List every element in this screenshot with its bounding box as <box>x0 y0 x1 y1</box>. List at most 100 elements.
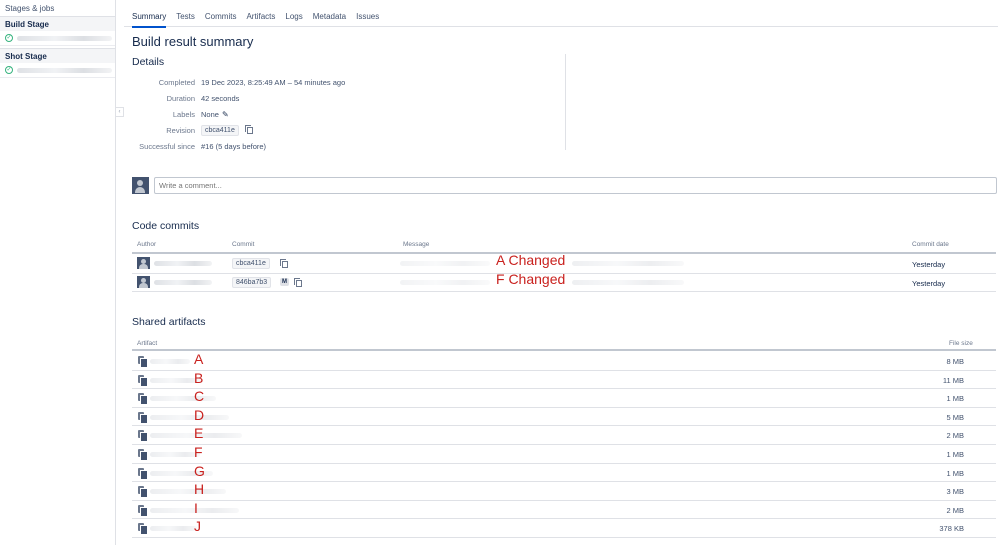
commits-title: Code commits <box>132 220 200 232</box>
collapse-sidebar-icon[interactable]: ‹ <box>116 107 124 117</box>
detail-value: cbca411e <box>201 124 253 136</box>
detail-value: None ✎ <box>201 110 229 119</box>
row-divider <box>132 537 996 538</box>
artifact-row[interactable]: D 5 MB <box>132 407 996 426</box>
artifact-file-icon <box>138 467 148 480</box>
artifact-letter: B <box>194 369 204 386</box>
copy-icon[interactable] <box>280 259 288 268</box>
artifact-letter: C <box>194 388 205 405</box>
artifact-file-icon <box>138 411 148 424</box>
commit-hash-link[interactable]: 846ba7b3 <box>232 277 272 288</box>
artifact-file-icon <box>138 356 148 368</box>
redacted-author <box>154 280 212 285</box>
artifact-letter: H <box>194 481 205 498</box>
annotation-text: A Changed <box>496 252 566 268</box>
artifact-row[interactable]: H 3 MB <box>132 481 996 500</box>
detail-label: Duration <box>166 93 195 103</box>
tab-commits[interactable]: Commits <box>205 12 237 28</box>
artifact-file-icon <box>138 523 148 536</box>
tab-metadata[interactable]: Metadata <box>313 12 346 28</box>
redacted-artifact-name[interactable] <box>150 396 216 402</box>
artifact-row[interactable]: F 1 MB <box>132 444 996 463</box>
artifact-size: 1 MB <box>946 394 964 404</box>
successful-since-link[interactable]: #16 (5 days before) <box>201 142 266 151</box>
job-item[interactable]: ✓ <box>0 63 115 78</box>
comment-input[interactable] <box>154 177 997 194</box>
tab-summary[interactable]: Summary <box>132 12 167 28</box>
artifact-file-icon <box>138 393 148 406</box>
artifact-size: 1 MB <box>946 450 964 459</box>
artifact-row[interactable]: B 11 MB <box>132 370 996 389</box>
artifact-file-icon <box>138 449 148 461</box>
col-file-size: File size <box>949 340 973 347</box>
revision-link[interactable]: cbca411e <box>201 124 239 136</box>
commit-date: Yesterday <box>912 260 946 269</box>
job-item[interactable]: ✓ <box>0 31 115 46</box>
stage-build: Build Stage ✓ <box>0 16 115 46</box>
commit-date: Yesterday <box>912 279 946 288</box>
artifact-letter: J <box>194 518 201 535</box>
artifact-file-icon <box>138 430 148 443</box>
redacted-artifact-name[interactable] <box>150 452 200 457</box>
author-avatar <box>137 257 150 269</box>
artifact-row[interactable]: C 1 MB <box>132 388 996 407</box>
tab-tests[interactable]: Tests <box>176 12 195 28</box>
artifact-row[interactable]: I 2 MB <box>132 500 996 519</box>
copy-icon[interactable] <box>294 278 302 287</box>
artifact-row[interactable]: J 378 KB <box>132 518 996 537</box>
artifact-letter: E <box>194 425 204 442</box>
detail-row-completed: Completed 19 Dec 2023, 8:25:49 AM – 54 m… <box>132 74 372 90</box>
artifact-row[interactable]: E 2 MB <box>132 425 996 444</box>
tab-issues[interactable]: Issues <box>356 12 379 28</box>
redacted-message <box>400 261 490 266</box>
stage-name[interactable]: Shot Stage <box>0 49 115 63</box>
table-row: 846ba7b3 M F Changed Yesterday <box>132 271 996 292</box>
redacted-message <box>400 280 490 285</box>
redacted-author <box>154 261 212 266</box>
copy-icon[interactable] <box>244 124 253 134</box>
avatar <box>132 177 149 194</box>
labels-value: None <box>201 109 219 119</box>
detail-row-labels: Labels None ✎ <box>132 106 372 122</box>
artifact-file-icon <box>138 504 148 517</box>
col-artifact: Artifact <box>137 340 158 347</box>
artifact-row[interactable]: G 1 MB <box>132 463 996 482</box>
details-list: Completed 19 Dec 2023, 8:25:49 AM – 54 m… <box>132 74 372 154</box>
redacted-artifact-name[interactable] <box>150 414 229 420</box>
details-divider <box>565 54 566 150</box>
commit-hash-link[interactable]: cbca411e <box>232 258 270 269</box>
redacted-artifact-name[interactable] <box>150 526 197 532</box>
tab-artifacts[interactable]: Artifacts <box>246 12 275 28</box>
tab-bar: Summary Tests Commits Artifacts Logs Met… <box>132 12 389 28</box>
artifact-size: 3 MB <box>946 487 964 497</box>
artifact-letter: I <box>194 499 198 516</box>
artifact-letter: G <box>194 462 205 479</box>
detail-row-duration: Duration 42 seconds <box>132 90 372 106</box>
row-divider <box>132 291 996 292</box>
redacted-artifact-name[interactable] <box>150 489 226 495</box>
artifact-size: 8 MB <box>946 357 964 366</box>
tab-logs[interactable]: Logs <box>285 12 302 28</box>
artifact-row[interactable]: A 8 MB <box>132 351 996 370</box>
detail-value: 19 Dec 2023, 8:25:49 AM – 54 minutes ago <box>201 77 346 87</box>
author-avatar <box>137 276 150 288</box>
artifact-size: 11 MB <box>942 375 964 385</box>
artifact-letter: A <box>194 351 204 367</box>
redacted-job-name <box>17 67 112 73</box>
col-message: Message <box>403 241 430 248</box>
col-author: Author <box>137 241 157 248</box>
edit-pencil-icon[interactable]: ✎ <box>222 110 229 119</box>
sidebar-title: Stages & jobs <box>5 4 55 13</box>
detail-row-revision: Revision cbca411e <box>132 122 372 138</box>
success-check-icon: ✓ <box>5 34 13 42</box>
details-title: Details <box>132 56 165 68</box>
stage-name[interactable]: Build Stage <box>0 17 115 31</box>
artifact-letter: F <box>194 444 203 460</box>
detail-value: 42 seconds <box>201 93 240 103</box>
page-title: Build result summary <box>132 34 254 49</box>
redacted-message <box>572 261 684 266</box>
merge-badge: M <box>280 278 289 286</box>
artifact-size: 2 MB <box>946 505 964 515</box>
redacted-artifact-name[interactable] <box>150 359 190 364</box>
col-commit: Commit <box>232 241 255 248</box>
